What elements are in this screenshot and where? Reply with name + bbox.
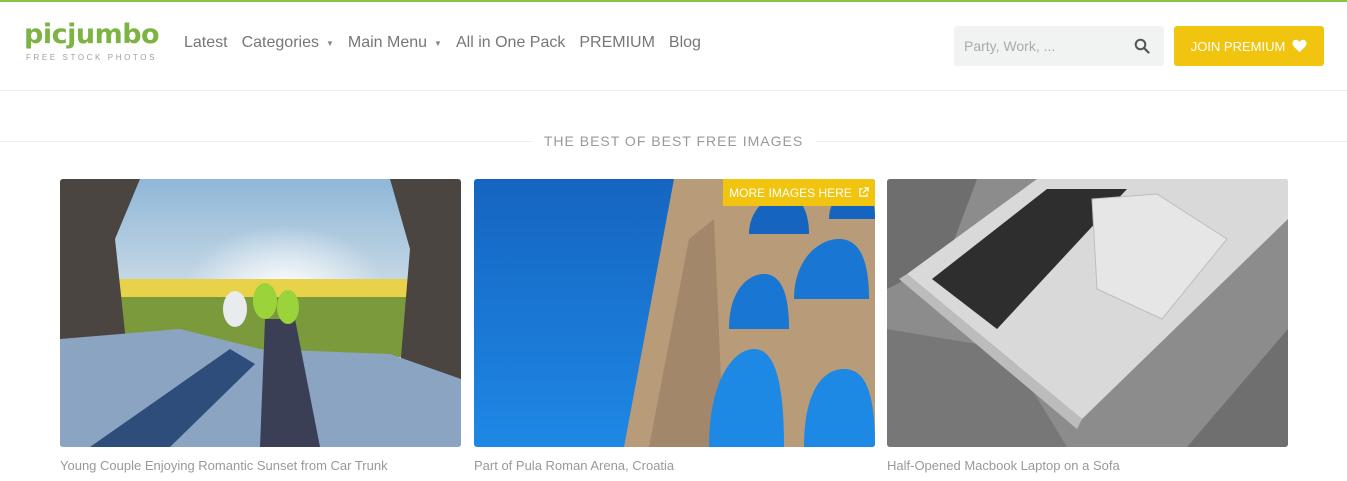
nav-label: PREMIUM xyxy=(579,34,655,51)
nav-item-premium[interactable]: PREMIUM xyxy=(579,34,655,52)
search-input[interactable] xyxy=(954,26,1124,66)
gallery-card[interactable]: Half-Opened Macbook Laptop on a Sofa xyxy=(887,179,1288,473)
nav-item-blog[interactable]: Blog xyxy=(669,34,701,52)
logo-wordmark: picjumbo xyxy=(24,19,160,50)
nav-label: All in One Pack xyxy=(455,34,566,51)
join-premium-button[interactable]: JOIN PREMIUM xyxy=(1174,26,1324,66)
photo-pula-arena[interactable]: MORE IMAGES HERE xyxy=(474,179,875,447)
nav-label: Main Menu xyxy=(347,34,428,51)
join-premium-label: JOIN PREMIUM xyxy=(1190,38,1286,54)
external-link-icon xyxy=(859,187,869,197)
logo[interactable]: picjumbo FREE STOCK PHOTOS xyxy=(24,19,160,63)
nav-label: Blog xyxy=(668,34,701,51)
section-title: THE BEST OF BEST FREE IMAGES xyxy=(531,133,816,149)
photo-couple-car-trunk[interactable] xyxy=(60,179,461,447)
nav-item-categories[interactable]: Categories ▼ xyxy=(242,34,334,52)
search-icon[interactable] xyxy=(1134,38,1150,54)
nav-item-all-in-one-pack[interactable]: All in One Pack xyxy=(456,34,565,52)
caret-down-icon: ▼ xyxy=(434,38,442,48)
heart-icon xyxy=(1292,39,1307,53)
site-header: picjumbo FREE STOCK PHOTOS Latest Catego… xyxy=(0,2,1347,91)
search-box xyxy=(954,26,1164,66)
nav-item-main-menu[interactable]: Main Menu ▼ xyxy=(348,34,442,52)
nav-item-latest[interactable]: Latest xyxy=(184,34,228,52)
gallery-card[interactable]: Young Couple Enjoying Romantic Sunset fr… xyxy=(60,179,461,473)
more-images-label: MORE IMAGES HERE xyxy=(729,185,852,200)
photo-caption[interactable]: Half-Opened Macbook Laptop on a Sofa xyxy=(887,458,1288,473)
main-nav: Latest Categories ▼ Main Menu ▼ All in O… xyxy=(184,34,715,52)
caret-down-icon: ▼ xyxy=(325,38,334,48)
nav-label: Latest xyxy=(184,34,228,51)
more-images-badge[interactable]: MORE IMAGES HERE xyxy=(723,179,875,206)
section-header: THE BEST OF BEST FREE IMAGES xyxy=(0,130,1347,152)
photo-caption[interactable]: Young Couple Enjoying Romantic Sunset fr… xyxy=(60,458,461,473)
gallery-card[interactable]: MORE IMAGES HERE Part of Pula Roman Aren… xyxy=(474,179,875,473)
photo-macbook-sofa[interactable] xyxy=(887,179,1288,447)
logo-tagline: FREE STOCK PHOTOS xyxy=(26,53,158,62)
photo-caption[interactable]: Part of Pula Roman Arena, Croatia xyxy=(474,458,875,473)
nav-label: Categories xyxy=(241,34,319,51)
